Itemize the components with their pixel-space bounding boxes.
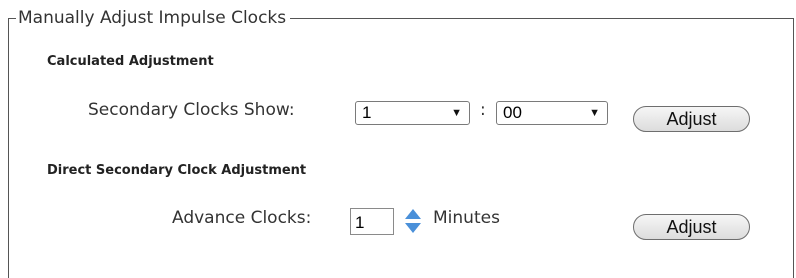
direct-adjustment-title: Direct Secondary Clock Adjustment [47,163,307,178]
direct-adjust-button[interactable]: Adjust [633,214,750,240]
arrow-down-icon [405,223,421,233]
calculated-adjustment-title: Calculated Adjustment [47,54,214,69]
spinner-up-button[interactable] [401,207,425,220]
time-separator: : [480,100,486,120]
minutes-unit-label: Minutes [433,208,500,228]
advance-clocks-label: Advance Clocks: [172,208,312,228]
advance-minutes-input[interactable]: 1 [350,208,394,235]
triangle-down-icon: ▼ [589,107,600,119]
spinner-down-button[interactable] [401,222,425,235]
minute-select[interactable]: 00 ▼ [496,101,608,125]
panel-legend: Manually Adjust Impulse Clocks [16,6,291,30]
hour-select[interactable]: 1 ▼ [355,101,470,125]
calculated-adjust-button[interactable]: Adjust [633,106,750,132]
arrow-up-icon [405,209,421,219]
triangle-down-icon: ▼ [451,107,462,119]
secondary-clocks-show-label: Secondary Clocks Show: [88,100,295,120]
minute-select-value: 00 [503,103,522,122]
hour-select-value: 1 [362,103,372,122]
